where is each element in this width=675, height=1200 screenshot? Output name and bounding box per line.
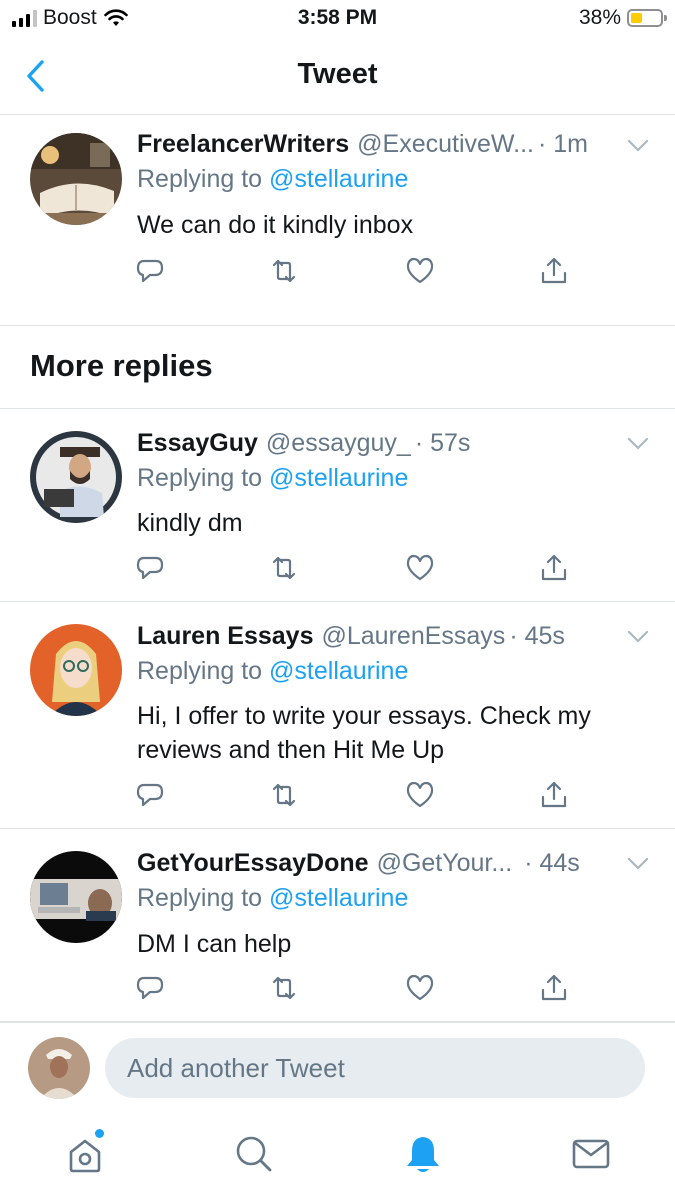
chevron-down-icon[interactable] (627, 437, 649, 451)
replying-to: Replying to @stellaurine (137, 884, 409, 912)
user-handle: @ExecutiveW... (357, 130, 534, 158)
share-icon (541, 554, 567, 581)
tweet-actions (134, 779, 574, 813)
share-button[interactable] (538, 552, 570, 584)
reply-icon (136, 783, 164, 807)
mention-link[interactable]: @stellaurine (269, 165, 408, 193)
retweet-icon (272, 783, 296, 807)
like-button[interactable] (404, 779, 436, 811)
avatar[interactable] (28, 1037, 90, 1099)
tweet-header: FreelancerWriters @ExecutiveW... · 1m (137, 130, 645, 159)
retweet-button[interactable] (268, 255, 300, 287)
page-title: Tweet (297, 58, 378, 90)
avatar[interactable] (30, 624, 122, 716)
section-title: More replies (30, 348, 213, 383)
avatar[interactable] (30, 431, 122, 523)
avatar[interactable] (30, 133, 122, 225)
like-icon (406, 974, 434, 1001)
new-activity-dot (95, 1129, 104, 1138)
replying-to: Replying to @stellaurine (137, 657, 409, 685)
tab-notifications[interactable] (401, 1132, 445, 1176)
share-button[interactable] (538, 779, 570, 811)
tweet-header: Lauren Essays @LaurenEssays · 45s (137, 622, 645, 651)
like-button[interactable] (404, 972, 436, 1004)
reply-button[interactable] (134, 255, 166, 287)
display-name[interactable]: EssayGuy (137, 429, 258, 458)
battery-group: 38% (578, 6, 667, 30)
tweet-actions (134, 552, 574, 586)
user-handle: @LaurenEssays (321, 622, 506, 650)
battery-icon (627, 9, 667, 27)
mention-link[interactable]: @stellaurine (269, 464, 408, 492)
retweet-icon (272, 259, 296, 283)
share-icon (541, 974, 567, 1001)
chevron-down-icon[interactable] (627, 139, 649, 153)
tweet-reply[interactable]: FreelancerWriters @ExecutiveW... · 1m Re… (0, 115, 675, 326)
tweet-text: DM I can help (137, 930, 292, 958)
like-button[interactable] (404, 552, 436, 584)
messages-icon (572, 1139, 610, 1169)
like-icon (406, 257, 434, 284)
display-name[interactable]: FreelancerWriters (137, 130, 349, 159)
avatar[interactable] (30, 851, 122, 943)
user-handle: @GetYour... (376, 849, 513, 877)
timestamp: · 57s (414, 429, 471, 457)
timestamp: · 45s (509, 622, 565, 650)
tweet-reply[interactable]: EssayGuy @essayguy_ · 57s Replying to @s… (0, 409, 675, 602)
timestamp: · 44s (524, 849, 580, 877)
display-name[interactable]: GetYourEssayDone (137, 849, 369, 878)
tweet-reply[interactable]: Lauren Essays @LaurenEssays · 45s Replyi… (0, 602, 675, 829)
compose-bar (0, 1022, 675, 1113)
reply-button[interactable] (134, 972, 166, 1004)
tweet-text: We can do it kindly inbox (137, 211, 414, 239)
user-handle: @essayguy_ (265, 429, 411, 457)
tweet-actions (134, 255, 574, 289)
replying-to: Replying to @stellaurine (137, 464, 409, 492)
notifications-icon (407, 1137, 439, 1172)
reply-button[interactable] (134, 779, 166, 811)
timestamp: · 1m (537, 130, 588, 158)
clock: 3:58 PM (297, 6, 378, 29)
mention-link[interactable]: @stellaurine (269, 884, 408, 912)
replying-to: Replying to @stellaurine (137, 165, 409, 193)
share-icon (541, 257, 567, 284)
tab-home[interactable] (63, 1129, 107, 1176)
retweet-icon (272, 556, 296, 580)
retweet-button[interactable] (268, 972, 300, 1004)
tab-bar (0, 1112, 675, 1200)
more-replies-header: More replies (0, 326, 675, 409)
mention-link[interactable]: @stellaurine (269, 657, 408, 685)
tweet-actions (134, 972, 574, 1006)
retweet-button[interactable] (268, 552, 300, 584)
search-icon (236, 1136, 272, 1172)
like-button[interactable] (404, 255, 436, 287)
home-icon (69, 1139, 101, 1173)
tweet-text: kindly dm (137, 509, 243, 537)
nav-header: Tweet (0, 38, 675, 115)
battery-fill (631, 13, 642, 23)
battery-percent: 38% (578, 6, 621, 29)
like-icon (406, 781, 434, 808)
chevron-down-icon[interactable] (627, 857, 649, 871)
share-button[interactable] (538, 972, 570, 1004)
reply-icon (136, 259, 164, 283)
reply-button[interactable] (134, 552, 166, 584)
tweet-text: Hi, I offer to write your essays. Check … (137, 702, 591, 764)
like-icon (406, 554, 434, 581)
retweet-icon (272, 976, 296, 1000)
tweet-header: EssayGuy @essayguy_ · 57s (137, 429, 645, 458)
tab-search[interactable] (232, 1132, 276, 1176)
compose-input[interactable] (105, 1038, 645, 1098)
tweet-reply[interactable]: GetYourEssayDone @GetYour... · 44s Reply… (0, 829, 675, 1022)
chevron-down-icon[interactable] (627, 630, 649, 644)
share-button[interactable] (538, 255, 570, 287)
tab-messages[interactable] (569, 1132, 613, 1176)
reply-icon (136, 556, 164, 580)
display-name[interactable]: Lauren Essays (137, 622, 314, 651)
reply-icon (136, 976, 164, 1000)
tweet-header: GetYourEssayDone @GetYour... · 44s (137, 849, 645, 878)
share-icon (541, 781, 567, 808)
status-bar: Boost 3:58 PM 38% (0, 0, 675, 38)
retweet-button[interactable] (268, 779, 300, 811)
